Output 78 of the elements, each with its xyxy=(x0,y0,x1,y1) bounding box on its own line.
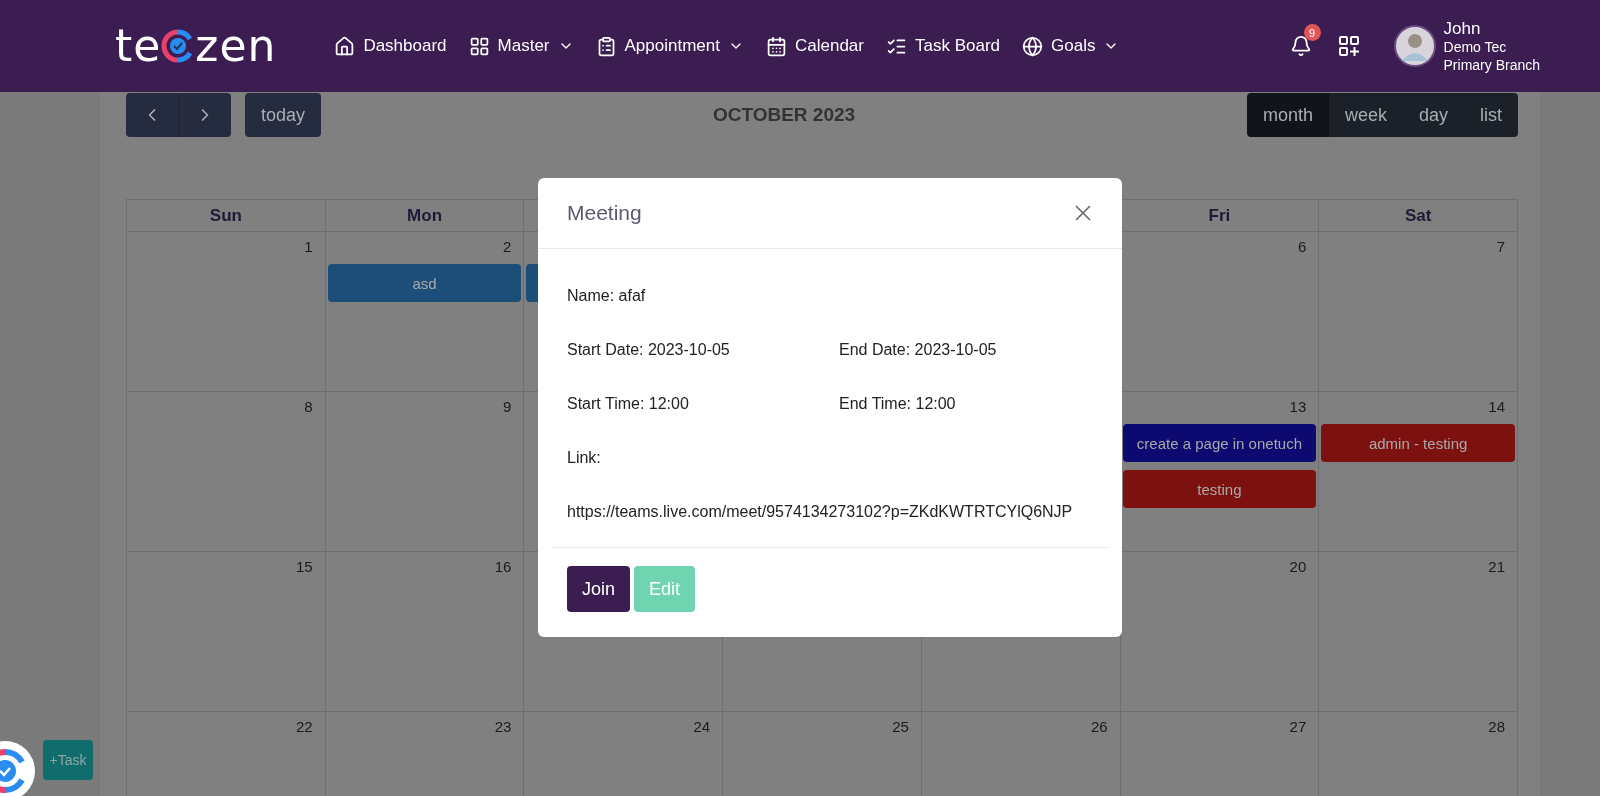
detail-text: Start Time: 12:00 xyxy=(567,395,689,413)
detail-text: Name: afaf xyxy=(567,287,646,305)
day-number[interactable]: 27 xyxy=(1289,718,1317,736)
calendar-event[interactable]: testing xyxy=(1122,470,1317,508)
apps-icon[interactable] xyxy=(1337,35,1360,57)
day-number[interactable]: 23 xyxy=(494,718,522,736)
day-cell[interactable]: 16 xyxy=(325,552,525,712)
add-task-button[interactable]: +Task xyxy=(43,740,93,780)
day-cell[interactable]: 26 xyxy=(921,712,1121,796)
nav-item[interactable]: Dashboard xyxy=(334,35,447,57)
calendar-event[interactable]: create a page in onetuch xyxy=(1122,424,1317,462)
detail-text: https://teams.live.com/meet/9574134273102?p=ZKdKWTRTCYlQ6NJP xyxy=(567,503,1073,521)
day-cell[interactable]: 15 xyxy=(127,552,326,712)
day-number[interactable]: 20 xyxy=(1289,558,1317,576)
grid-icon xyxy=(468,35,490,57)
weekday-header: Fri xyxy=(1208,205,1231,226)
notification-button[interactable] xyxy=(1289,35,1312,57)
day-number[interactable]: 14 xyxy=(1488,398,1515,416)
calendar-event[interactable]: asd xyxy=(327,264,522,302)
day-number[interactable]: 1 xyxy=(304,238,323,256)
view-button[interactable]: week xyxy=(1328,93,1403,137)
user-name: John xyxy=(1443,17,1482,40)
day-cell[interactable]: 25 xyxy=(723,712,922,796)
view-button[interactable]: day xyxy=(1402,93,1464,137)
nav-item[interactable]: Master xyxy=(468,35,574,57)
day-number[interactable]: 16 xyxy=(494,558,522,576)
day-number[interactable]: 13 xyxy=(1289,398,1317,416)
company-name: Demo Tec xyxy=(1443,39,1508,57)
detail-text: Start Date: 2023-10-05 xyxy=(567,341,730,359)
logo[interactable]: te zen xyxy=(115,24,277,68)
day-number[interactable]: 6 xyxy=(1297,238,1317,256)
nav-item[interactable]: Calendar xyxy=(766,35,864,57)
day-number[interactable]: 22 xyxy=(296,718,323,736)
day-cell[interactable]: 24 xyxy=(524,712,724,796)
day-cell[interactable]: 8 xyxy=(127,392,326,552)
weekday-header: Sun xyxy=(209,205,242,226)
day-cell[interactable]: 1 xyxy=(127,232,326,392)
day-number[interactable]: 2 xyxy=(503,238,522,256)
today-button[interactable]: today xyxy=(245,93,322,137)
day-number[interactable]: 21 xyxy=(1488,558,1515,576)
day-cell[interactable]: 22 xyxy=(127,712,326,796)
home-icon xyxy=(334,35,356,57)
day-cell[interactable]: 23 xyxy=(325,712,525,796)
view-button[interactable]: list xyxy=(1464,93,1518,137)
weekday-header: Mon xyxy=(407,205,443,226)
branch-name: Primary Branch xyxy=(1443,56,1540,75)
calendar-event[interactable]: admin - testing xyxy=(1321,424,1515,462)
detail-text: End Time: 12:00 xyxy=(839,395,956,413)
day-number[interactable]: 15 xyxy=(296,558,323,576)
dialog-button[interactable]: Join xyxy=(567,566,631,612)
day-number[interactable]: 9 xyxy=(503,398,522,416)
nav-item[interactable]: Task Board xyxy=(886,35,1001,57)
day-cell[interactable]: 9 xyxy=(325,392,525,552)
view-button[interactable]: month xyxy=(1246,93,1329,137)
day-number[interactable]: 8 xyxy=(304,398,323,416)
day-cell[interactable]: 14 admin - testing xyxy=(1319,392,1518,552)
detail-text: End Date: 2023-10-05 xyxy=(839,341,997,359)
day-number[interactable]: 25 xyxy=(892,718,919,736)
notification-count: 9 xyxy=(1303,24,1321,41)
day-cell[interactable]: 7 xyxy=(1319,232,1518,392)
calendar-title: OCTOBER 2023 xyxy=(712,104,856,126)
nav-item[interactable]: Appointment xyxy=(595,35,744,57)
detail-text: Link: xyxy=(567,449,601,467)
day-cell[interactable]: 13 create a page in onetuch testing xyxy=(1120,392,1320,552)
day-cell[interactable]: 21 xyxy=(1319,552,1518,712)
day-number[interactable]: 26 xyxy=(1090,718,1118,736)
calendar-icon xyxy=(766,35,787,57)
dialog-title: Meeting xyxy=(567,201,642,225)
weekday-header: Sat xyxy=(1404,205,1432,226)
day-number[interactable]: 24 xyxy=(693,718,721,736)
avatar[interactable] xyxy=(1393,25,1436,67)
day-cell[interactable]: 28 xyxy=(1319,712,1518,796)
globe-icon xyxy=(1022,35,1044,57)
day-number[interactable]: 7 xyxy=(1496,238,1515,256)
nav-item[interactable]: Goals xyxy=(1022,35,1120,57)
day-cell[interactable]: 2 asd xyxy=(325,232,525,392)
day-cell[interactable]: 27 xyxy=(1120,712,1320,796)
day-number[interactable]: 28 xyxy=(1488,718,1515,736)
